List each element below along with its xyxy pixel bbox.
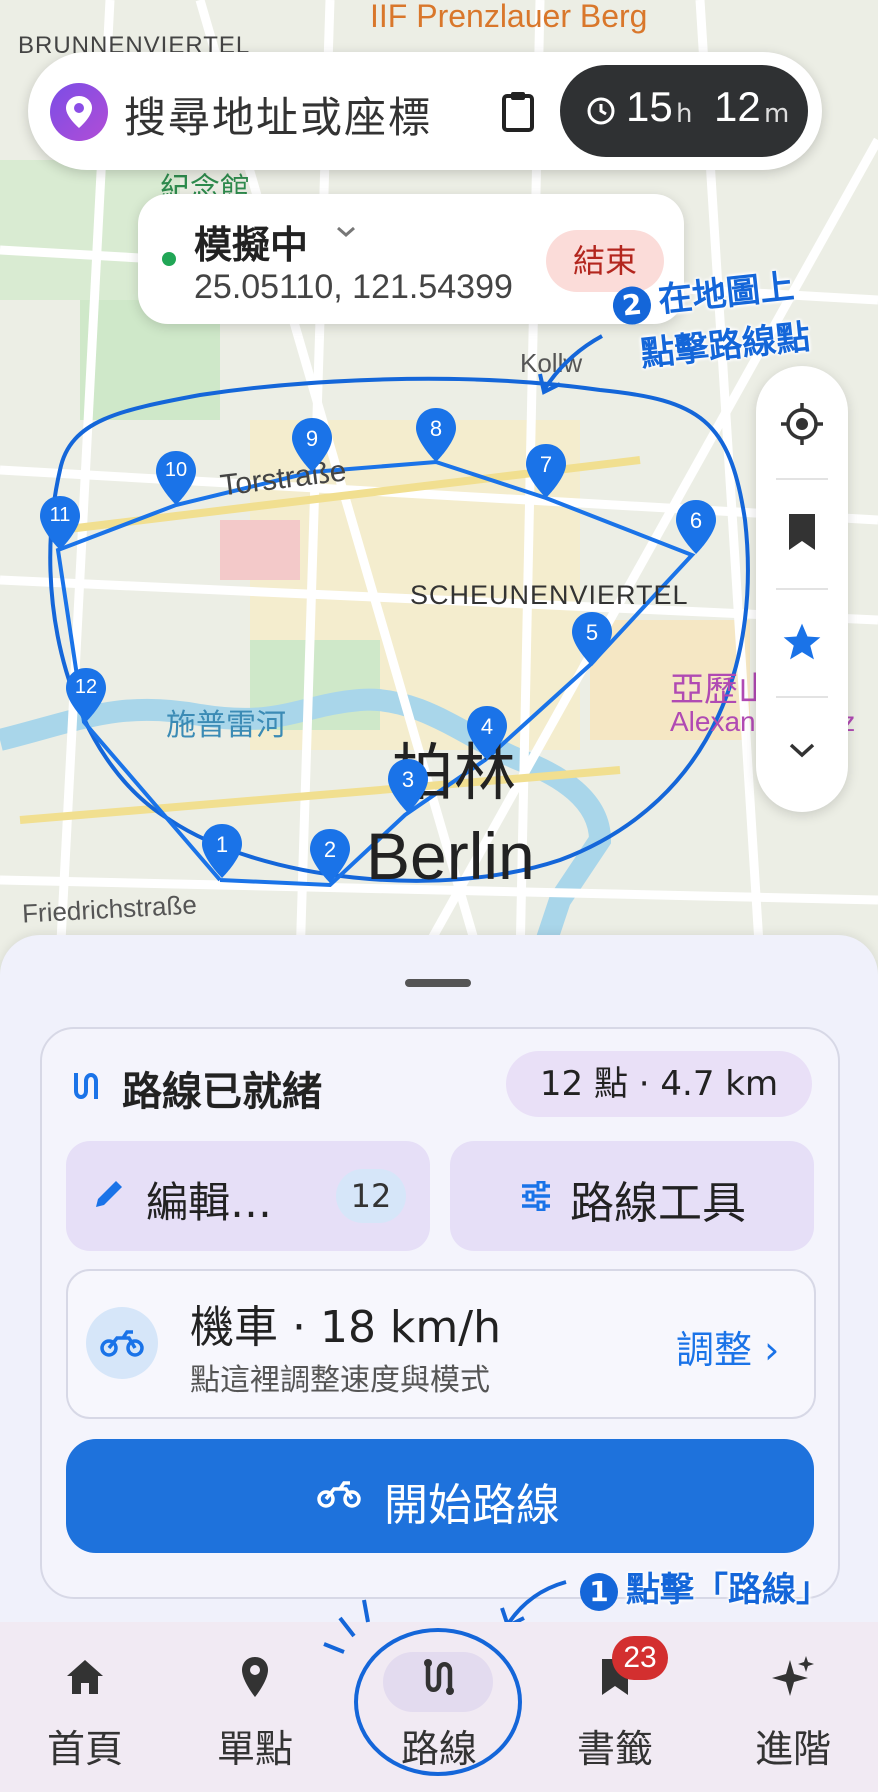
simulation-status-card: 模擬中 25.05110, 121.54399 結束 [138,194,684,324]
route-waypoint-marker[interactable]: 3 [386,757,430,815]
collapse-controls-button[interactable] [756,700,848,800]
nav-item-advanced[interactable]: 進階 [708,1622,878,1792]
route-waypoint-label: 8 [429,416,443,441]
route-waypoint-marker[interactable]: 11 [38,494,82,552]
map-label-scheunenviertel: SCHEUNENVIERTEL [410,580,689,610]
motorcycle-icon-badge [86,1307,158,1379]
locate-icon [781,403,823,445]
route-waypoint-label: 7 [539,452,553,477]
route-waypoint-marker[interactable]: 5 [570,610,614,668]
route-waypoint-label: 1 [215,832,229,857]
pencil-icon [96,1181,122,1207]
edit-route-label: 編輯… [146,1178,273,1227]
route-waypoint-marker[interactable]: 10 [154,449,198,507]
vehicle-speed-subtitle: 點這裡調整速度與模式 [190,1363,490,1398]
vehicle-speed-row[interactable]: 機車 · 18 km/h 點這裡調整速度與模式 調整 › [66,1269,816,1419]
timer-display[interactable]: 15 h 12 m [560,65,808,157]
timer-hours: 15 [626,83,673,130]
clock-icon [587,97,615,125]
timer-minutes: 12 [714,83,761,130]
route-summary-pill: 12 點 · 4.7 km [506,1051,812,1117]
status-dot [162,252,176,266]
home-icon [67,1660,103,1694]
bookmarks-count-badge: 23 [612,1636,668,1680]
route-waypoint-marker[interactable]: 12 [64,666,108,724]
nav-item-label: 進階 [754,1727,831,1771]
route-waypoint-label: 6 [689,508,703,533]
route-waypoint-marker[interactable]: 4 [465,704,509,762]
nav-item-label: 單點 [216,1727,293,1771]
route-ready-title: 路線已就緒 [122,1069,322,1115]
map-controls [756,366,848,812]
start-route-label: 開始路線 [384,1480,560,1531]
annotation-step-1-text: 點擊「路線」 [626,1570,830,1610]
bookmark-button[interactable] [756,482,848,582]
route-waypoint-label: 12 [74,676,98,698]
motorcycle-icon [100,1330,144,1357]
route-waypoint-label: 5 [585,620,599,645]
status-coords: 25.05110, 121.54399 [194,268,513,306]
chevron-down-icon[interactable] [334,224,358,240]
edit-route-button[interactable]: 編輯… 12 [66,1141,430,1251]
clipboard-icon[interactable] [496,88,540,134]
sparkle-icon [772,1656,814,1696]
locate-button[interactable] [756,374,848,474]
route-waypoint-marker[interactable]: 2 [308,827,352,885]
nav-item-label: 書籤 [576,1727,653,1771]
tune-icon [522,1181,550,1211]
status-title: 模擬中 [194,223,309,267]
nav-item-label: 首頁 [46,1727,123,1771]
star-icon [783,623,821,660]
route-waypoint-label: 3 [401,767,415,792]
annotation-step-1-number: 1 [580,1573,618,1611]
route-waypoint-marker[interactable]: 7 [524,442,568,500]
route-card: 路線已就緒 12 點 · 4.7 km 編輯… 12 路線工具 機車 · 18 … [40,1027,840,1599]
divider [776,588,828,590]
route-waypoint-marker[interactable]: 1 [200,822,244,880]
route-waypoint-label: 2 [323,837,337,862]
map-label-river: 施普雷河 [166,709,286,742]
route-waypoint-label: 9 [305,426,319,451]
route-tools-button[interactable]: 路線工具 [450,1141,814,1251]
timer-hours-unit: h [676,99,693,129]
nav-item-home[interactable]: 首頁 [0,1622,170,1792]
annotation-highlight-circle [323,1599,522,1776]
start-route-button[interactable]: 開始路線 [66,1439,814,1553]
vehicle-speed-title: 機車 · 18 km/h [190,1302,501,1353]
timer-minutes-unit: m [764,99,790,129]
favorite-button[interactable] [756,592,848,692]
app-logo-pin-icon [50,83,108,141]
bookmark-icon [789,514,815,550]
edit-point-count: 12 [336,1169,406,1223]
annotation-step-1: 1 點擊「路線」 [580,1562,830,1611]
route-waypoint-marker[interactable]: 9 [290,416,334,474]
sheet-drag-handle[interactable] [405,979,471,987]
route-waypoint-label: 11 [49,504,71,526]
route-waypoint-label: 4 [480,714,494,739]
route-icon [74,1073,98,1099]
motorcycle-icon [317,1481,361,1508]
map-label-city-en: Berlin [366,819,535,893]
adjust-speed-link[interactable]: 調整 › [676,1319,779,1374]
route-tools-label: 路線工具 [570,1178,746,1229]
search-bar[interactable]: 搜尋地址或座標 15 h 12 m [28,52,822,170]
chevron-down-icon [789,743,815,758]
route-bottom-sheet: 路線已就緒 12 點 · 4.7 km 編輯… 12 路線工具 機車 · 18 … [0,935,878,1635]
route-waypoint-label: 10 [164,459,188,481]
divider [776,696,828,698]
annotation-step-2-number: 2 [611,284,653,327]
route-waypoint-marker[interactable]: 6 [674,498,718,556]
divider [776,478,828,480]
pin-icon [242,1657,268,1697]
annotation-arrow-icon [538,334,603,395]
search-input[interactable]: 搜尋地址或座標 [124,84,432,145]
nav-item-single-point[interactable]: 單點 [170,1622,340,1792]
route-waypoint-marker[interactable]: 8 [414,406,458,464]
map-label-prenzlauer: IIF Prenzlauer Berg [370,0,648,34]
